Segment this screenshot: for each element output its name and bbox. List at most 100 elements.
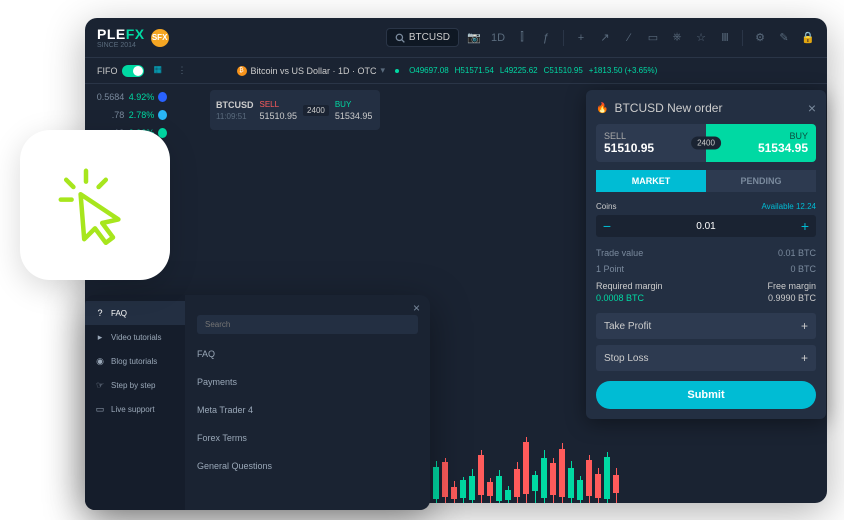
ticker-sell-price: 51510.95 [260, 111, 298, 121]
help-item[interactable]: Forex Terms [197, 424, 418, 452]
lock-icon[interactable]: 🔒 [801, 31, 815, 45]
buy-label: BUY [789, 131, 808, 141]
ohlc-change: +1813.50 (+3.65%) [589, 66, 658, 75]
ohlc-low: L49225.62 [500, 66, 538, 75]
tab-pending[interactable]: PENDING [706, 170, 816, 192]
status-dot [395, 69, 399, 73]
symbol-search[interactable]: BTCUSD [386, 28, 459, 47]
brand-badge: SFX [151, 29, 169, 47]
quantity-stepper[interactable]: − 0.01 + [596, 215, 816, 237]
ohlc-close: C51510.95 [544, 66, 583, 75]
ticker-buy-label: BUY [335, 100, 373, 109]
watchlist-row[interactable]: 0.56844.92% [93, 88, 167, 106]
ohlc-display: O49697.08 H51571.54 L49225.62 C51510.95 … [409, 66, 657, 75]
settings-icon[interactable]: ⚙ [753, 31, 767, 45]
pair-description: ₿ Bitcoin vs US Dollar · 1D · OTC ▾ [237, 65, 386, 76]
sidebar-item-video[interactable]: ▸Video tutorials [85, 325, 185, 349]
take-profit-label: Take Profit [604, 321, 651, 332]
xabcd-icon[interactable]: ☆ [694, 31, 708, 45]
camera-icon[interactable]: 📷 [467, 31, 481, 45]
step-icon: ☞ [95, 380, 105, 390]
sidebar-item-faq[interactable]: ?FAQ [85, 301, 185, 325]
sidebar-item-support[interactable]: ▭Live support [85, 397, 185, 421]
candlestick-chart[interactable] [405, 413, 827, 503]
ticker-symbol: BTCUSD [216, 100, 254, 110]
sell-price: 51510.95 [604, 141, 698, 155]
click-decoration [20, 130, 170, 280]
req-margin-label: Required margin [596, 281, 663, 291]
toolbar-tools: 📷 1D ⫿ ƒ + ↗ ∕ ▭ ⎈ ☆ Ⅲ ⚙ ✎ 🔒 [467, 30, 815, 46]
search-value: BTCUSD [409, 32, 450, 43]
brand-subtitle: SINCE 2014 [97, 42, 145, 49]
order-title: BTCUSD New order [614, 101, 722, 115]
expand-icon: + [801, 319, 808, 333]
video-icon: ▸ [95, 332, 105, 342]
info-bar: FIFO ▦ ⋮ ₿ Bitcoin vs US Dollar · 1D · O… [85, 58, 827, 84]
buy-price: 51534.95 [758, 141, 808, 155]
ticker-buy-price: 51534.95 [335, 111, 373, 121]
help-icon: ? [95, 308, 105, 318]
timeframe[interactable]: 1D [491, 31, 505, 45]
brand-name-1: PLE [97, 26, 126, 42]
cursor-click-icon [50, 160, 140, 250]
stop-loss-label: Stop Loss [604, 353, 648, 364]
elliott-icon[interactable]: Ⅲ [718, 31, 732, 45]
ticker-widget[interactable]: BTCUSD 11:09:51 SELL 51510.95 2400 BUY 5… [210, 90, 380, 130]
brand-logo: PLEFX SINCE 2014 SFX [97, 26, 169, 49]
help-sidebar: ?FAQ ▸Video tutorials ◉Blog tutorials ☞S… [85, 295, 185, 510]
order-panel: 🔥 BTCUSD New order × SELL 51510.95 BUY 5… [586, 90, 826, 419]
help-item[interactable]: Payments [197, 368, 418, 396]
top-toolbar: PLEFX SINCE 2014 SFX BTCUSD 📷 1D ⫿ ƒ + ↗… [85, 18, 827, 58]
tab-market[interactable]: MARKET [596, 170, 706, 192]
symbol-icon [158, 92, 167, 102]
sidebar-item-blog[interactable]: ◉Blog tutorials [85, 349, 185, 373]
watchlist-row[interactable]: .782.78% [93, 106, 167, 124]
trend-icon[interactable]: ↗ [598, 31, 612, 45]
blog-icon: ◉ [95, 356, 105, 366]
symbol-icon [158, 110, 167, 120]
available-label: Available 12.24 [761, 202, 816, 211]
close-icon[interactable]: × [808, 100, 816, 116]
line-icon[interactable]: ∕ [622, 31, 636, 45]
submit-button[interactable]: Submit [596, 381, 816, 409]
brand-name-2: FX [126, 26, 145, 42]
buy-button[interactable]: BUY 51534.95 [706, 124, 816, 162]
crosshair-icon[interactable]: + [574, 31, 588, 45]
search-icon [395, 33, 405, 43]
btc-icon: ₿ [237, 66, 247, 76]
function-icon[interactable]: ƒ [539, 31, 553, 45]
spread-value: 2400 [691, 137, 721, 150]
qty-plus[interactable]: + [794, 218, 816, 234]
rect-icon[interactable]: ▭ [646, 31, 660, 45]
sell-button[interactable]: SELL 51510.95 [596, 124, 706, 162]
ohlc-open: O49697.08 [409, 66, 449, 75]
trade-value-label: Trade value [596, 248, 643, 258]
take-profit-row[interactable]: Take Profit + [596, 313, 816, 339]
chevron-down-icon[interactable]: ▾ [381, 65, 386, 76]
sidebar-item-step[interactable]: ☞Step by step [85, 373, 185, 397]
point-value: 0 BTC [790, 264, 816, 274]
qty-minus[interactable]: − [596, 218, 618, 234]
ticker-sell-label: SELL [260, 100, 298, 109]
qty-value: 0.01 [618, 221, 794, 232]
close-icon[interactable]: × [413, 301, 420, 315]
ticker-time: 11:09:51 [216, 112, 254, 121]
pin-icon[interactable]: ⎈ [670, 31, 684, 45]
flame-icon: 🔥 [596, 103, 608, 114]
help-content: × FAQ Payments Meta Trader 4 Forex Terms… [185, 295, 430, 510]
ticker-spread: 2400 [303, 105, 329, 116]
help-search-input[interactable] [197, 315, 418, 334]
support-icon: ▭ [95, 404, 105, 414]
stop-loss-row[interactable]: Stop Loss + [596, 345, 816, 371]
help-item[interactable]: Meta Trader 4 [197, 396, 418, 424]
coins-label: Coins [596, 202, 616, 211]
ohlc-high: H51571.54 [455, 66, 494, 75]
edit-icon[interactable]: ✎ [777, 31, 791, 45]
req-margin-value: 0.0008 BTC [596, 293, 663, 303]
menu-dots-icon[interactable]: ⋮ [178, 65, 187, 76]
point-label: 1 Point [596, 264, 624, 274]
help-item[interactable]: FAQ [197, 340, 418, 368]
help-item[interactable]: General Questions [197, 452, 418, 480]
candles-icon[interactable]: ⫿ [515, 31, 529, 45]
trade-value: 0.01 BTC [778, 248, 816, 258]
